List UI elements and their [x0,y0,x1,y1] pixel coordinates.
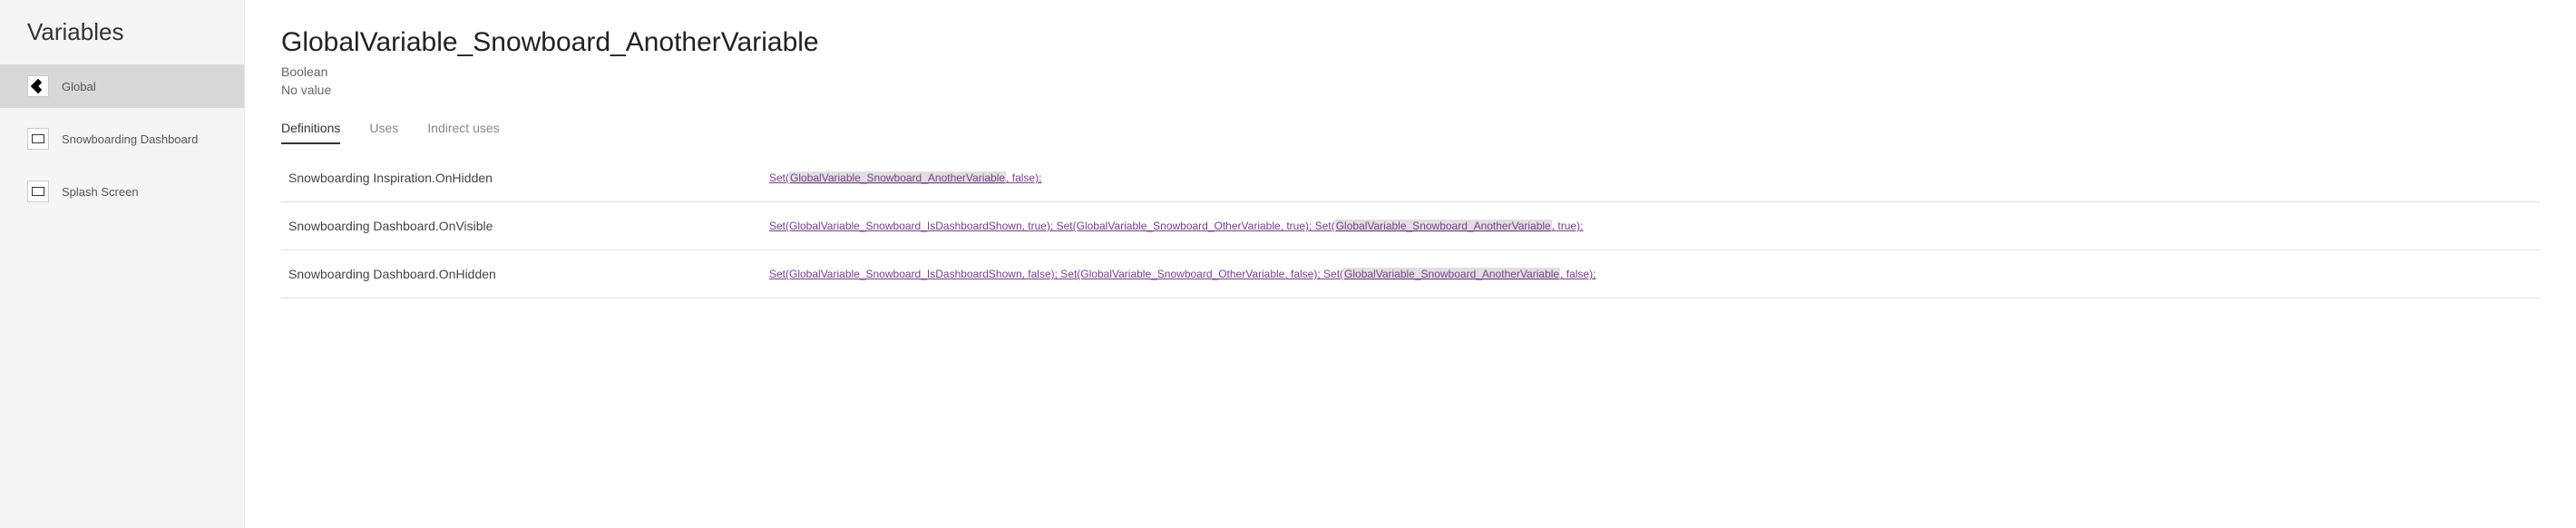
definition-formula[interactable]: Set(GlobalVariable_Snowboard_IsDashboard… [769,220,2532,232]
screen-icon [27,181,49,202]
definition-row: Snowboarding Inspiration.OnHiddenSet(Glo… [281,154,2540,202]
tab-indirect-uses[interactable]: Indirect uses [427,121,499,144]
formula-segment: , false); [1560,268,1595,280]
screen-icon [27,128,49,150]
sidebar-item-snowboarding-dashboard[interactable]: Snowboarding Dashboard [0,117,244,161]
sidebar-item-label: Snowboarding Dashboard [62,132,198,146]
formula-highlighted-variable: GlobalVariable_Snowboard_AnotherVariable [1335,220,1552,232]
definition-formula[interactable]: Set(GlobalVariable_Snowboard_AnotherVari… [769,171,2532,184]
variable-name: GlobalVariable_Snowboard_AnotherVariable [281,27,2540,58]
definition-row: Snowboarding Dashboard.OnHiddenSet(Globa… [281,250,2540,298]
tab-uses[interactable]: Uses [369,121,398,144]
definition-location: Snowboarding Dashboard.OnVisible [288,219,769,233]
formula-segment: , false); [1006,171,1041,184]
sidebar-item-label: Global [62,80,96,93]
variable-type: Boolean [281,64,2540,82]
definition-formula[interactable]: Set(GlobalVariable_Snowboard_IsDashboard… [769,268,2532,280]
formula-segment: Set( [769,171,789,184]
formula-segment: Set(GlobalVariable_Snowboard_IsDashboard… [769,268,1343,280]
definition-location: Snowboarding Inspiration.OnHidden [288,171,769,185]
formula-segment: Set(GlobalVariable_Snowboard_IsDashboard… [769,220,1335,232]
sidebar-item-splash-screen[interactable]: Splash Screen [0,170,244,213]
global-icon [27,75,49,97]
variables-sidebar: Variables Global Snowboarding Dashboard … [0,0,245,528]
sidebar-title: Variables [0,9,244,64]
definition-location: Snowboarding Dashboard.OnHidden [288,267,769,281]
sidebar-item-global[interactable]: Global [0,64,244,108]
definitions-table: Snowboarding Inspiration.OnHiddenSet(Glo… [281,154,2540,298]
tabs: Definitions Uses Indirect uses [281,121,2540,145]
sidebar-item-label: Splash Screen [62,185,139,199]
variable-value: No value [281,82,2540,100]
main-content: GlobalVariable_Snowboard_AnotherVariable… [245,0,2576,528]
formula-highlighted-variable: GlobalVariable_Snowboard_AnotherVariable [789,171,1006,184]
tab-definitions[interactable]: Definitions [281,121,340,144]
definition-row: Snowboarding Dashboard.OnVisibleSet(Glob… [281,202,2540,250]
formula-segment: , true); [1552,220,1584,232]
formula-highlighted-variable: GlobalVariable_Snowboard_AnotherVariable [1343,268,1560,280]
